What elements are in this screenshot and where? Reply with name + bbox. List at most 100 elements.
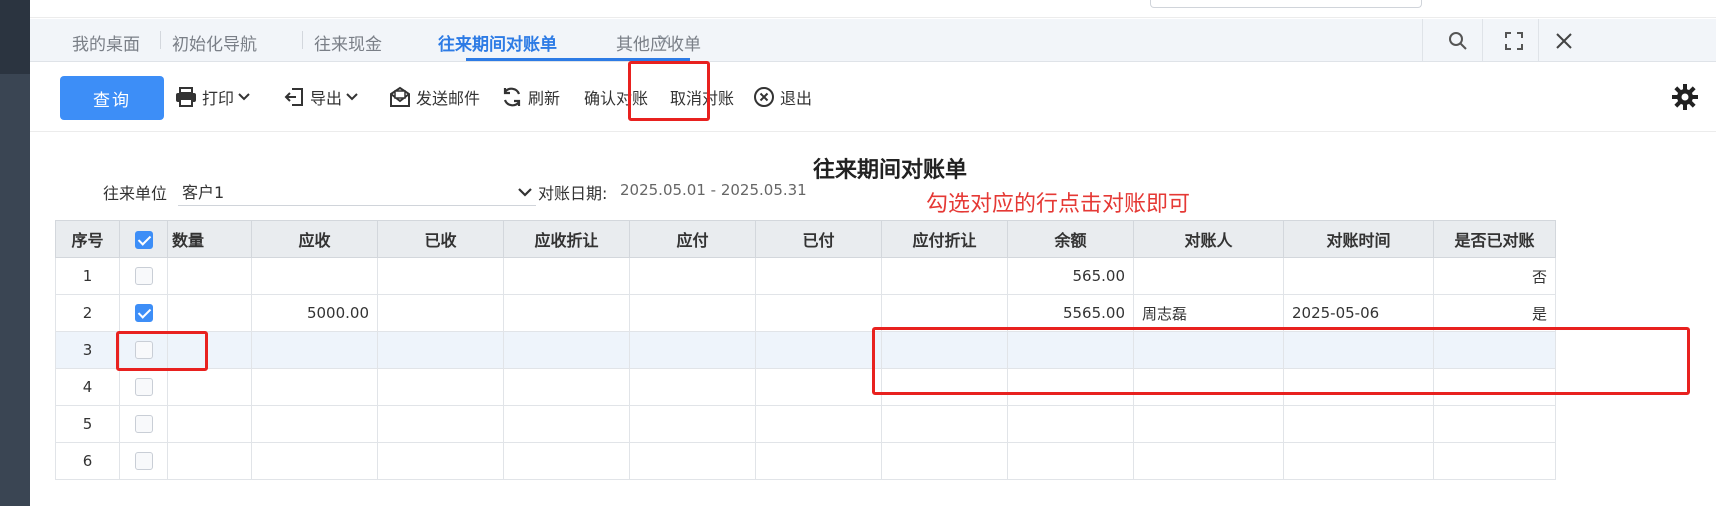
- close-icon[interactable]: [1550, 27, 1578, 55]
- cancel-reconcile-button[interactable]: 取消对账: [670, 84, 734, 110]
- col-header-select-all[interactable]: [119, 220, 168, 258]
- cell-reconciler[interactable]: [1133, 368, 1284, 406]
- cell-balance[interactable]: [1007, 405, 1134, 443]
- tab-cash[interactable]: 往来现金: [314, 30, 382, 55]
- cell-received[interactable]: [377, 368, 504, 406]
- cell-time[interactable]: [1283, 257, 1434, 295]
- cell-reconciled[interactable]: 是: [1433, 294, 1556, 332]
- cell-time[interactable]: [1283, 331, 1434, 369]
- col-header-pay-discount[interactable]: 应付折让: [881, 220, 1008, 258]
- cell-paid[interactable]: [755, 294, 882, 332]
- cell-reconciled[interactable]: [1433, 368, 1556, 406]
- cell-reconciled[interactable]: [1433, 331, 1556, 369]
- query-button[interactable]: 查询: [60, 76, 164, 120]
- row-checkbox[interactable]: [134, 304, 153, 323]
- cell-recv-discount[interactable]: [503, 257, 630, 295]
- col-header-balance[interactable]: 余额: [1007, 220, 1134, 258]
- cell-recv-discount[interactable]: [503, 368, 630, 406]
- col-header-qty[interactable]: 数量: [167, 220, 252, 258]
- col-header-receivable[interactable]: 应收: [251, 220, 378, 258]
- cell-balance[interactable]: 5565.00: [1007, 294, 1134, 332]
- cell-reconciled[interactable]: [1433, 405, 1556, 443]
- cell-balance[interactable]: [1007, 368, 1134, 406]
- cell-received[interactable]: [377, 294, 504, 332]
- row-checkbox[interactable]: [134, 341, 153, 360]
- cell-recv-discount[interactable]: [503, 405, 630, 443]
- cell-pay-discount[interactable]: [881, 442, 1008, 480]
- cell-reconciler[interactable]: [1133, 331, 1284, 369]
- search-icon[interactable]: [1444, 27, 1472, 55]
- cell-pay-discount[interactable]: [881, 331, 1008, 369]
- table-row[interactable]: 2 5000.00 5565.00 周志磊 2025-05-06 是: [55, 294, 1556, 332]
- cell-paid[interactable]: [755, 257, 882, 295]
- table-row[interactable]: 6: [55, 442, 1556, 480]
- global-search-box[interactable]: [1150, 0, 1422, 8]
- select-all-checkbox[interactable]: [134, 230, 153, 249]
- cell-receivable[interactable]: 5000.00: [251, 294, 378, 332]
- cell-pay-discount[interactable]: [881, 294, 1008, 332]
- tab-desktop[interactable]: 我的桌面: [72, 30, 140, 55]
- cell-receivable[interactable]: [251, 368, 378, 406]
- table-row[interactable]: 5: [55, 405, 1556, 443]
- cell-reconciler[interactable]: [1133, 442, 1284, 480]
- cell-recv-discount[interactable]: [503, 331, 630, 369]
- row-select-cell[interactable]: [119, 257, 168, 295]
- partner-select[interactable]: 客户1: [178, 172, 536, 206]
- row-select-cell[interactable]: [119, 368, 168, 406]
- cell-received[interactable]: [377, 442, 504, 480]
- cell-reconciled[interactable]: 否: [1433, 257, 1556, 295]
- col-header-recv-discount[interactable]: 应收折让: [503, 220, 630, 258]
- cell-pay-discount[interactable]: [881, 368, 1008, 406]
- cell-qty[interactable]: [167, 368, 252, 406]
- row-checkbox[interactable]: [134, 452, 153, 471]
- tab-statement[interactable]: 往来期间对账单: [438, 30, 557, 55]
- row-checkbox[interactable]: [134, 415, 153, 434]
- cell-paid[interactable]: [755, 331, 882, 369]
- cell-reconciler[interactable]: 周志磊: [1133, 294, 1284, 332]
- cell-qty[interactable]: [167, 442, 252, 480]
- tab-init-nav[interactable]: 初始化导航: [172, 30, 257, 55]
- cell-pay-discount[interactable]: [881, 405, 1008, 443]
- cell-time[interactable]: [1283, 442, 1434, 480]
- col-header-reconciler[interactable]: 对账人: [1133, 220, 1284, 258]
- send-email-button[interactable]: 发送邮件: [388, 84, 480, 110]
- cell-paid[interactable]: [755, 405, 882, 443]
- cell-pay-discount[interactable]: [881, 257, 1008, 295]
- cell-payable[interactable]: [629, 405, 756, 443]
- tab-other-receivable[interactable]: 其他应收单: [616, 30, 701, 55]
- cell-qty[interactable]: [167, 405, 252, 443]
- row-select-cell[interactable]: [119, 405, 168, 443]
- cell-time[interactable]: [1283, 405, 1434, 443]
- print-button[interactable]: 打印: [174, 84, 250, 110]
- fullscreen-icon[interactable]: [1500, 27, 1528, 55]
- cell-reconciler[interactable]: [1133, 257, 1284, 295]
- cell-reconciler[interactable]: [1133, 405, 1284, 443]
- col-header-paid[interactable]: 已付: [755, 220, 882, 258]
- cell-recv-discount[interactable]: [503, 294, 630, 332]
- cell-time[interactable]: 2025-05-06: [1283, 294, 1434, 332]
- export-button[interactable]: 导出: [282, 84, 358, 110]
- cell-receivable[interactable]: [251, 442, 378, 480]
- cell-balance[interactable]: 565.00: [1007, 257, 1134, 295]
- cell-payable[interactable]: [629, 368, 756, 406]
- row-checkbox[interactable]: [134, 378, 153, 397]
- cell-received[interactable]: [377, 405, 504, 443]
- cell-time[interactable]: [1283, 368, 1434, 406]
- row-checkbox[interactable]: [134, 267, 153, 286]
- cell-qty[interactable]: [167, 331, 252, 369]
- row-select-cell[interactable]: [119, 442, 168, 480]
- cell-received[interactable]: [377, 257, 504, 295]
- cell-payable[interactable]: [629, 331, 756, 369]
- cell-qty[interactable]: [167, 257, 252, 295]
- cell-receivable[interactable]: [251, 331, 378, 369]
- table-row[interactable]: 3: [55, 331, 1556, 369]
- refresh-button[interactable]: 刷新: [500, 84, 560, 110]
- col-header-payable[interactable]: 应付: [629, 220, 756, 258]
- table-row[interactable]: 1 565.00 否: [55, 257, 1556, 295]
- cell-paid[interactable]: [755, 442, 882, 480]
- row-select-cell[interactable]: [119, 294, 168, 332]
- confirm-reconcile-button[interactable]: 确认对账: [584, 84, 648, 110]
- cell-payable[interactable]: [629, 442, 756, 480]
- col-header-reconciled[interactable]: 是否已对账: [1433, 220, 1556, 258]
- cell-balance[interactable]: [1007, 331, 1134, 369]
